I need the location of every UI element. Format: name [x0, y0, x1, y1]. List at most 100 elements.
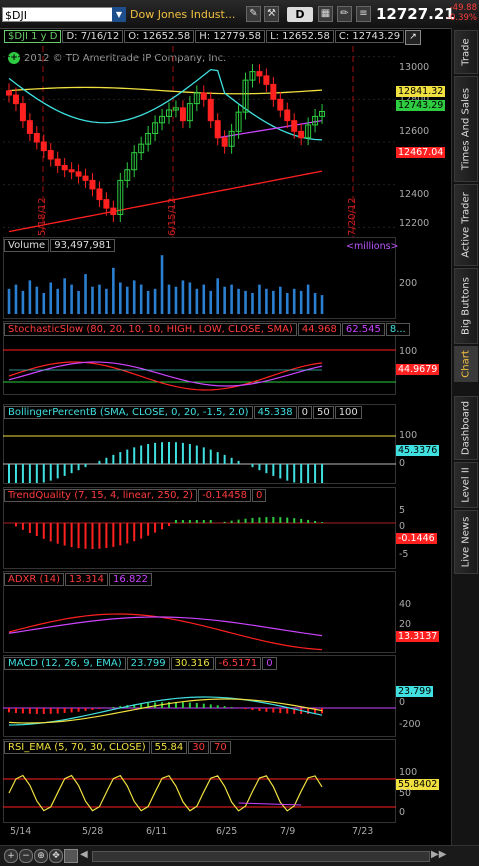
tab-level-ii[interactable]: Level II: [454, 462, 478, 508]
price-header: $DJI 1 y DD: 7/16/12O: 12652.58H: 12779.…: [4, 30, 421, 43]
candle-body: [55, 159, 60, 165]
candle-body: [278, 99, 283, 110]
macd-bar: [265, 708, 267, 712]
zoom-in-icon[interactable]: +: [4, 849, 18, 863]
macd-bar: [251, 708, 253, 710]
pencil-icon[interactable]: ✏: [337, 6, 352, 22]
scrollbar[interactable]: [92, 851, 430, 862]
price-chart[interactable]: 5/18/126/15/127/20/12: [3, 46, 396, 238]
tq-bar: [238, 520, 240, 523]
tab-chart[interactable]: Chart: [454, 346, 478, 382]
candle-body: [7, 91, 12, 95]
tq-bar: [251, 518, 253, 523]
bollinger-chart[interactable]: [3, 420, 396, 483]
chart-style-icon[interactable]: ↗: [405, 30, 421, 45]
tq-bar: [50, 523, 52, 541]
rsi-axis: 100 55.8402 50 0: [396, 755, 450, 822]
wrench-icon[interactable]: ⚒: [264, 6, 279, 22]
crosshair-icon[interactable]: ✥: [49, 849, 63, 863]
candle-body: [48, 151, 53, 160]
trendquality-chart[interactable]: [3, 503, 396, 568]
bb-bar: [71, 464, 73, 473]
price-change: -49.88 -0.39%: [441, 3, 477, 23]
trendquality-axis: 5 0 -0.1446 -5: [396, 503, 450, 568]
bb-bar: [168, 442, 170, 464]
volume-bar: [15, 285, 18, 314]
tq-bar: [321, 522, 323, 523]
macd-chart[interactable]: [3, 671, 396, 736]
scroll-right-icon[interactable]: ▶▶: [431, 849, 446, 860]
date-marker: 6/15/12: [167, 197, 178, 236]
candle-body: [104, 200, 109, 209]
scroll-left-icon[interactable]: ◀: [80, 849, 90, 861]
rsi-chart[interactable]: [3, 755, 396, 822]
bb-bar: [140, 445, 142, 464]
bb-bar: [175, 442, 177, 464]
tq-bar: [91, 523, 93, 549]
side-tabs: Trade Times And Sales Active Trader Big …: [451, 28, 479, 845]
menu-icon[interactable]: ≡: [356, 6, 371, 22]
chart-area[interactable]: $DJI 1 y DD: 7/16/12O: 12652.58H: 12779.…: [0, 28, 451, 845]
candle-body: [62, 165, 67, 169]
bb-bar: [22, 464, 24, 483]
macd-bar: [78, 708, 80, 712]
stochastic-chart[interactable]: [3, 336, 396, 394]
volume-bar: [279, 287, 282, 314]
tq-bar: [64, 523, 66, 546]
macd-bar: [196, 703, 198, 708]
candle-body: [285, 110, 290, 121]
volume-bar: [98, 285, 101, 314]
volume-bar: [300, 291, 303, 314]
candle-body: [215, 121, 220, 138]
candle-body: [13, 95, 18, 104]
tab-times-and-sales[interactable]: Times And Sales: [454, 76, 478, 182]
candle-body: [69, 170, 74, 172]
volume-header: Volume93,497,981: [4, 239, 116, 252]
candle-body: [264, 76, 269, 85]
candle-body: [222, 138, 227, 147]
drawing-tool-icon[interactable]: ✎: [246, 6, 261, 22]
rsi-header: RSI_EMA (5, 70, 30, CLOSE)55.843070: [4, 741, 232, 754]
bb-bar: [203, 447, 205, 464]
macd-bar: [57, 708, 59, 714]
tq-bar: [22, 523, 24, 530]
tab-dashboard[interactable]: Dashboard: [454, 396, 478, 460]
volume-bar: [29, 280, 32, 314]
volume-chart[interactable]: [3, 252, 396, 318]
tab-live-news[interactable]: Live News: [454, 510, 478, 574]
bb-bar: [133, 447, 135, 464]
symbol-dropdown-icon[interactable]: ▼: [112, 7, 126, 22]
grid-icon[interactable]: ▦: [318, 6, 333, 22]
bb-bar: [105, 458, 107, 464]
macd-bar: [29, 708, 31, 714]
x-tick: 6/25: [216, 826, 237, 837]
bb-bar: [112, 455, 114, 464]
tq-bar: [279, 517, 281, 523]
period-button[interactable]: D: [287, 7, 313, 22]
fit-icon[interactable]: ⊕: [34, 849, 48, 863]
adxr-chart[interactable]: [3, 587, 396, 652]
macd-axis: 23.799 0 -200: [396, 671, 450, 736]
tq-bar: [300, 519, 302, 523]
tab-big-buttons[interactable]: Big Buttons: [454, 268, 478, 344]
volume-bar: [42, 293, 45, 314]
candle-body: [20, 104, 25, 121]
volume-bar: [119, 283, 122, 315]
candle-body: [34, 133, 39, 142]
bb-bar: [98, 461, 100, 464]
tq-bar: [231, 521, 233, 523]
tq-bar: [182, 520, 184, 523]
tab-trade[interactable]: Trade: [454, 30, 478, 74]
volume-bar: [112, 268, 115, 314]
symbol-input[interactable]: $DJI: [2, 7, 126, 22]
volume-bar: [36, 287, 39, 314]
tq-bar: [126, 523, 128, 543]
settings-box-icon[interactable]: [64, 849, 78, 863]
tab-active-trader[interactable]: Active Trader: [454, 184, 478, 266]
tq-bar: [71, 523, 73, 547]
symbol-description: Dow Jones Indust...: [130, 8, 242, 21]
bb-bar: [251, 464, 253, 467]
zoom-out-icon[interactable]: −: [19, 849, 33, 863]
volume-bar: [209, 291, 212, 314]
volume-bar: [22, 291, 25, 314]
